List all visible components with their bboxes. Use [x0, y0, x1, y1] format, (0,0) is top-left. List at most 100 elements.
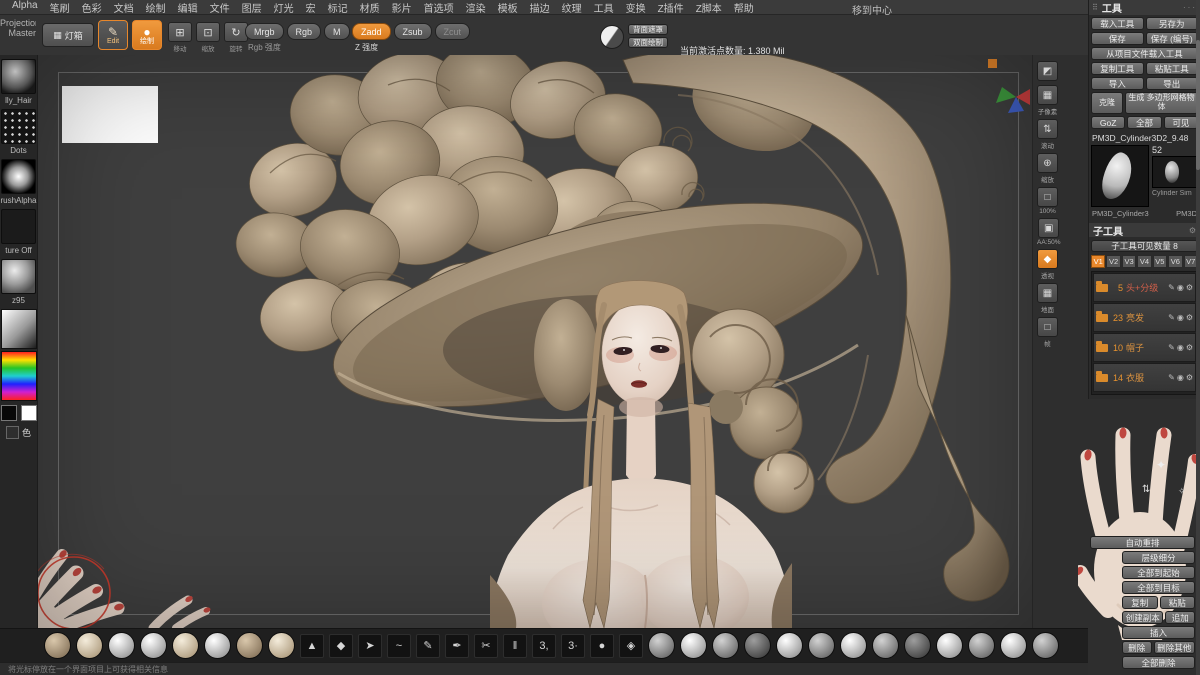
right-shelf-item[interactable]: □ 100%	[1037, 187, 1058, 215]
load-from-project-button[interactable]: 从项目文件载入工具	[1091, 47, 1198, 60]
paint-icon[interactable]: ✎	[1168, 283, 1175, 292]
right-shelf-item[interactable]: ▦ 地面	[1037, 283, 1058, 314]
paint-icon[interactable]: ✎	[1168, 343, 1175, 352]
rgb-intensity-slider[interactable]: Rgb 强度	[248, 42, 281, 53]
subtool-row[interactable]: 23 亮发 ✎ ◉ ⚙	[1093, 303, 1196, 332]
matcap-thumb[interactable]	[968, 632, 995, 659]
paste-subtool-button[interactable]: 粘贴	[1159, 596, 1195, 609]
subtool-gear-icon[interactable]: ⚙	[1189, 226, 1196, 235]
subtool-row[interactable]: 5 头+分级 ✎ ◉ ⚙	[1093, 273, 1196, 302]
menu-item[interactable]: 工具	[588, 0, 620, 15]
lightbox-button[interactable]: ▦ 灯箱	[42, 23, 94, 47]
menu-item[interactable]: 笔刷	[44, 0, 76, 15]
brush-tool-icon[interactable]: ➤	[358, 633, 382, 658]
brush-tool-icon[interactable]: ✒	[445, 633, 469, 658]
current-brush-thumb[interactable]	[1, 59, 36, 94]
matcap-thumb[interactable]	[204, 632, 231, 659]
z-intensity-slider[interactable]: Z 强度	[355, 42, 378, 53]
right-shelf-item[interactable]: □ 帧	[1037, 317, 1058, 348]
paint-icon[interactable]: ✎	[1168, 373, 1175, 382]
move-updown-icon[interactable]: ⇅	[1142, 484, 1150, 495]
brush-tool-icon[interactable]: 3,	[532, 633, 556, 658]
matcap-thumb[interactable]	[744, 632, 771, 659]
brush-tool-icon[interactable]: ~	[387, 633, 411, 658]
gear-icon[interactable]: ⚙	[1186, 373, 1193, 382]
all-to-target-button[interactable]: 全部到目标	[1122, 581, 1195, 594]
brush-tool-icon[interactable]: ✂	[474, 633, 498, 658]
color-picker-hue[interactable]	[0, 351, 37, 401]
append-button[interactable]: 追加	[1165, 611, 1195, 624]
menu-item[interactable]: 文档	[108, 0, 140, 15]
menu-item[interactable]: Z插件	[652, 0, 690, 15]
menu-item[interactable]: 材质	[354, 0, 386, 15]
hier-subdiv-button[interactable]: 层级细分	[1122, 551, 1195, 564]
goz-button[interactable]: GoZ	[1091, 116, 1126, 129]
goz-all-button[interactable]: 全部	[1127, 116, 1162, 129]
stroke-thumb[interactable]	[1, 109, 36, 144]
clone-button[interactable]: 克隆	[1091, 92, 1123, 114]
double-sided-button[interactable]: 双面绘制	[628, 37, 668, 48]
matcap-thumb[interactable]	[840, 632, 867, 659]
subtool-row[interactable]: 10 帽子 ✎ ◉ ⚙	[1093, 333, 1196, 362]
eye-icon[interactable]: ◉	[1177, 313, 1184, 322]
matcap-thumb[interactable]	[904, 632, 931, 659]
material-thumb[interactable]	[1, 259, 36, 294]
main-color-swatch[interactable]	[0, 405, 17, 421]
insert-button[interactable]: 插入	[1122, 626, 1195, 639]
subtool-version-tab[interactable]: V6	[1168, 255, 1183, 268]
save-numbered-button[interactable]: 保存 (编号)	[1145, 32, 1198, 45]
scale-button[interactable]: ⊡	[196, 22, 220, 42]
matcap-thumb[interactable]	[808, 632, 835, 659]
gear-icon[interactable]: ⚙	[1186, 313, 1193, 322]
projection-master-button[interactable]: Projection Master	[0, 18, 36, 48]
matcap-thumb[interactable]	[44, 632, 71, 659]
menu-item[interactable]: 描边	[524, 0, 556, 15]
right-shelf-item[interactable]: ▣ AA:50%	[1037, 218, 1061, 246]
make-polymesh-button[interactable]: 生成 多边形网格物体	[1125, 92, 1198, 114]
panel-header-dots-icon[interactable]: ···	[1183, 3, 1197, 12]
eye-icon[interactable]: ◉	[1177, 283, 1184, 292]
export-button[interactable]: 导出	[1145, 77, 1198, 90]
zadd-button[interactable]: Zadd	[352, 23, 391, 40]
move-button[interactable]: ⊞	[168, 22, 192, 42]
menu-item[interactable]: 绘制	[140, 0, 172, 15]
gear-icon[interactable]: ⚙	[1186, 283, 1193, 292]
menu-item[interactable]: 编辑	[172, 0, 204, 15]
duplicate-button[interactable]: 创建副本	[1122, 611, 1164, 624]
brush-tool-icon[interactable]: ●	[590, 633, 614, 658]
subtool-version-tab[interactable]: V4	[1137, 255, 1152, 268]
auto-reorder-button[interactable]: 自动重排	[1090, 536, 1195, 549]
gear-icon[interactable]: ⚙	[1186, 343, 1193, 352]
switch-color[interactable]: 色	[5, 426, 31, 439]
matcap-thumb[interactable]	[236, 632, 263, 659]
secondary-color-swatch[interactable]	[20, 405, 37, 421]
edit-mode-button[interactable]: ✎ Edit	[98, 20, 128, 50]
matcap-thumb[interactable]	[1032, 632, 1059, 659]
active-tool-thumb[interactable]	[1091, 145, 1149, 207]
subtool-version-tab[interactable]: V1	[1091, 255, 1106, 268]
matcap-thumb[interactable]	[680, 632, 707, 659]
menu-item[interactable]: 渲染	[460, 0, 492, 15]
menu-item[interactable]: 宏	[300, 0, 322, 15]
texture-thumb[interactable]	[1, 209, 36, 244]
matcap-thumb[interactable]	[76, 632, 103, 659]
menu-item[interactable]: 文件	[204, 0, 236, 15]
menu-item[interactable]: 标记	[322, 0, 354, 15]
menu-item[interactable]: 色彩	[76, 0, 108, 15]
brush-tool-icon[interactable]: ▲	[300, 633, 324, 658]
menu-item[interactable]: 图层	[236, 0, 268, 15]
draw-mode-button[interactable]: ● 绘制	[132, 20, 162, 50]
brush-tool-icon[interactable]: ◈	[619, 633, 643, 658]
matcap-thumb[interactable]	[268, 632, 295, 659]
delete-all-button[interactable]: 全部删除	[1122, 656, 1195, 669]
diamond-small-icon[interactable]: ✧	[1178, 486, 1186, 497]
matcap-thumb[interactable]	[648, 632, 675, 659]
eye-icon[interactable]: ◉	[1177, 373, 1184, 382]
import-button[interactable]: 导入	[1091, 77, 1144, 90]
brush-tool-icon[interactable]: 3·	[561, 633, 585, 658]
right-shelf-item[interactable]: ⇅ 滚动	[1037, 119, 1058, 150]
zsub-button[interactable]: Zsub	[393, 23, 432, 40]
menu-item[interactable]: 变换	[620, 0, 652, 15]
brush-tool-icon[interactable]: ◆	[329, 633, 353, 658]
paste-tool-button[interactable]: 粘贴工具	[1145, 62, 1198, 75]
